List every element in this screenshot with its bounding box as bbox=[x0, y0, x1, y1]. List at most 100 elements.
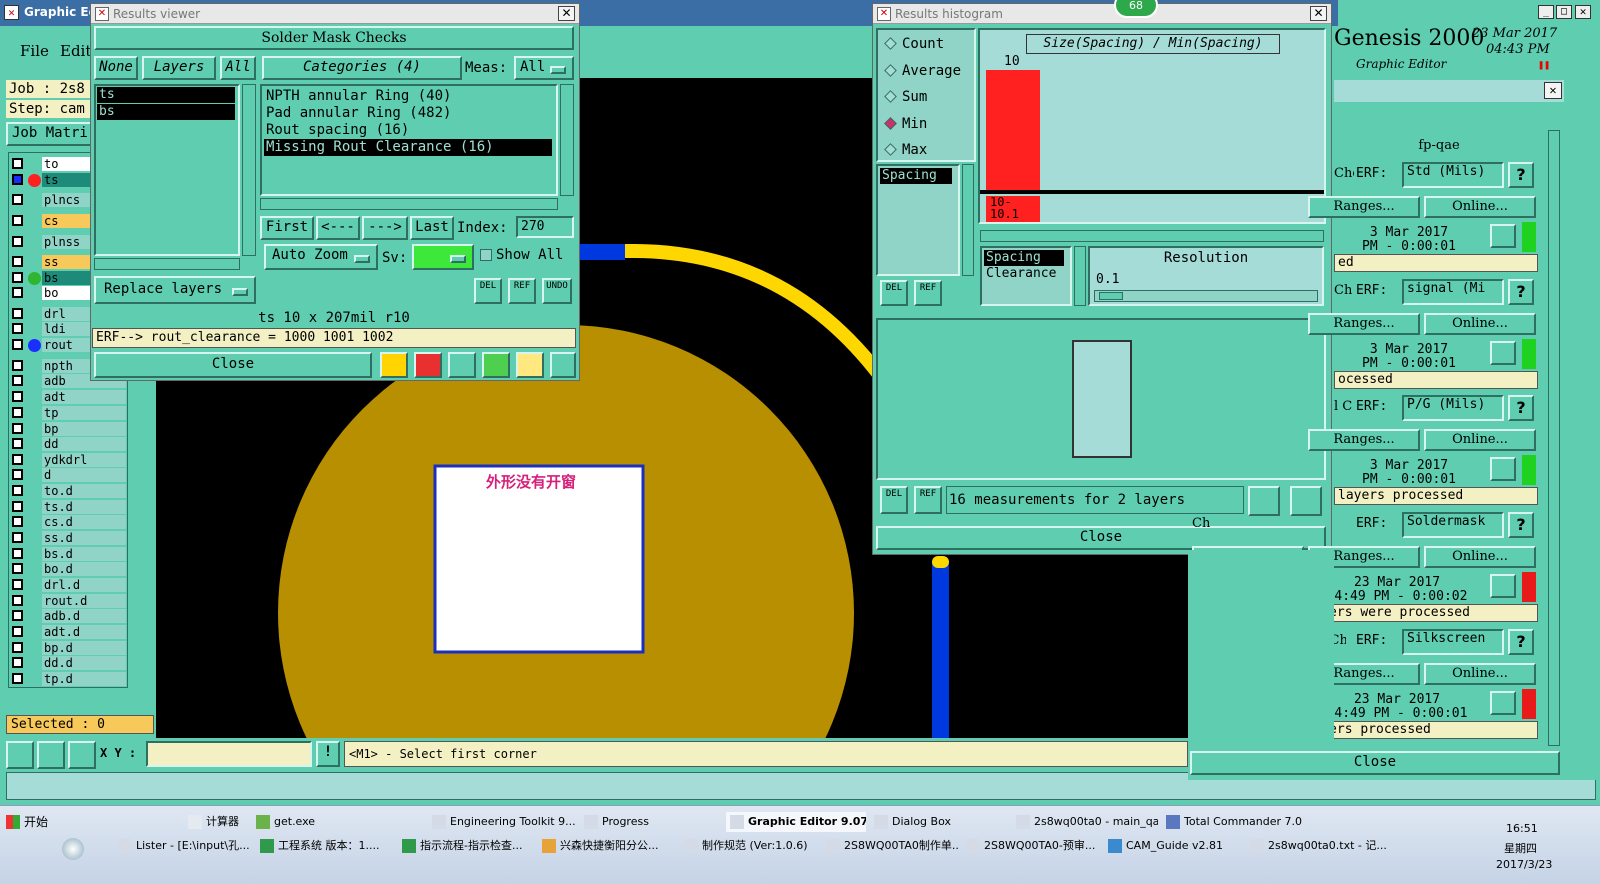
hist-type-spacing[interactable]: Spacing bbox=[984, 250, 1064, 266]
rv-layer-scrollbar[interactable] bbox=[242, 84, 256, 256]
zoom-check-icon[interactable] bbox=[1490, 574, 1516, 598]
rv-categories-hscroll[interactable] bbox=[260, 198, 558, 210]
layer-row-tp[interactable]: tp bbox=[10, 406, 126, 421]
layer-checkbox[interactable] bbox=[12, 339, 23, 350]
taskbar-item[interactable]: 工程系统 版本：1.... bbox=[256, 836, 394, 856]
all-button[interactable]: All bbox=[220, 56, 256, 80]
taskbar-item[interactable]: Total Commander 7.0 ... bbox=[1162, 812, 1304, 832]
index-input[interactable]: 270 bbox=[516, 216, 574, 238]
layer-row-bo-d[interactable]: bo.d bbox=[10, 562, 126, 577]
checklist-close-button[interactable]: Close bbox=[1190, 751, 1560, 775]
taskbar-item[interactable]: Engineering Toolkit 9.... bbox=[428, 812, 576, 832]
taskbar-item[interactable]: Dialog Box bbox=[870, 812, 1008, 832]
last-button[interactable]: Last bbox=[410, 216, 454, 240]
erf-value-field[interactable]: P/G (Mils) bbox=[1402, 395, 1504, 421]
layer-checkbox[interactable] bbox=[12, 215, 23, 226]
rv-layer-item-ts[interactable]: ts bbox=[97, 87, 235, 103]
online-button[interactable]: Online... bbox=[1424, 313, 1536, 335]
resolution-slider[interactable] bbox=[1094, 290, 1318, 302]
layer-checkbox[interactable] bbox=[12, 256, 23, 267]
layer-checkbox[interactable] bbox=[12, 532, 23, 543]
prev-button[interactable]: <--- bbox=[316, 216, 360, 240]
zoom-tool-icon[interactable] bbox=[6, 741, 34, 769]
rv-close-button[interactable]: Close bbox=[94, 352, 372, 378]
layer-row-tp-d[interactable]: tp.d bbox=[10, 672, 126, 687]
layer-row-to-d[interactable]: to.d bbox=[10, 484, 126, 499]
category-item[interactable]: Pad annular Ring (482) bbox=[264, 105, 554, 122]
show-all-checkbox[interactable] bbox=[480, 249, 492, 261]
erf-value-field[interactable]: Silkscreen bbox=[1402, 629, 1504, 655]
taskbar-item[interactable]: 指示流程-指示检查... bbox=[398, 836, 534, 856]
zoom-check-icon[interactable] bbox=[1490, 691, 1516, 715]
layer-checkbox[interactable] bbox=[12, 548, 23, 559]
hist-export-icon[interactable] bbox=[1248, 486, 1280, 516]
layer-checkbox[interactable] bbox=[12, 454, 23, 465]
layer-checkbox[interactable] bbox=[12, 595, 23, 606]
layer-checkbox[interactable] bbox=[12, 563, 23, 574]
layer-checkbox[interactable] bbox=[12, 642, 23, 653]
layer-checkbox[interactable] bbox=[12, 323, 23, 334]
category-item[interactable]: NPTH annular Ring (40) bbox=[264, 88, 554, 105]
hist-type-list[interactable]: Spacing Clearance bbox=[980, 246, 1072, 306]
menu-edit[interactable]: Edit bbox=[60, 42, 91, 60]
layer-row-adt[interactable]: adt bbox=[10, 390, 126, 405]
resolution-slider-thumb[interactable] bbox=[1099, 292, 1123, 300]
hist-close-icon[interactable]: ✕ bbox=[1310, 6, 1327, 21]
xy-input[interactable] bbox=[146, 741, 312, 767]
layer-checkbox[interactable] bbox=[12, 610, 23, 621]
job-matrix-button[interactable]: Job Matri bbox=[6, 122, 92, 146]
report-icon[interactable] bbox=[516, 352, 544, 378]
layer-checkbox[interactable] bbox=[12, 673, 23, 684]
ranges-button[interactable]: Ranges... bbox=[1308, 313, 1420, 335]
hist-ref-icon[interactable]: REF bbox=[914, 280, 942, 306]
layer-checkbox[interactable] bbox=[12, 375, 23, 386]
layer-row-bp[interactable]: bp bbox=[10, 422, 126, 437]
menu-file[interactable]: File bbox=[20, 42, 49, 60]
taskbar-item[interactable]: CAM_Guide v2.81 bbox=[1104, 836, 1242, 856]
layer-checkbox[interactable] bbox=[12, 308, 23, 319]
del-icon[interactable]: DEL bbox=[474, 278, 502, 304]
layer-checkbox[interactable] bbox=[12, 287, 23, 298]
layer-row-adb-d[interactable]: adb.d bbox=[10, 609, 126, 624]
rv-layer-hscroll[interactable] bbox=[94, 258, 240, 270]
replace-layers-dropdown[interactable]: Replace layers bbox=[94, 276, 256, 304]
hist-ref2-icon[interactable]: REF bbox=[914, 486, 942, 514]
taskbar-item[interactable]: get.exe bbox=[252, 812, 424, 832]
layer-checkbox[interactable] bbox=[12, 391, 23, 402]
layer-checkbox[interactable] bbox=[12, 657, 23, 668]
online-button[interactable]: Online... bbox=[1424, 663, 1536, 685]
hist-series-scroll[interactable] bbox=[962, 164, 974, 276]
layer-row-ts-d[interactable]: ts.d bbox=[10, 500, 126, 515]
layer-checkbox[interactable] bbox=[12, 236, 23, 247]
help-button[interactable]: ? bbox=[1508, 279, 1534, 305]
highlight-icon[interactable] bbox=[380, 352, 408, 378]
layer-row-dd[interactable]: dd bbox=[10, 437, 126, 452]
hist-type-scroll[interactable] bbox=[1074, 246, 1086, 306]
hist-series-item[interactable]: Spacing bbox=[880, 168, 952, 184]
layer-checkbox[interactable] bbox=[12, 626, 23, 637]
layer-row-rout-d[interactable]: rout.d bbox=[10, 594, 126, 609]
layer-row-bp-d[interactable]: bp.d bbox=[10, 641, 126, 656]
layer-checkbox[interactable] bbox=[12, 360, 23, 371]
layer-checkbox[interactable] bbox=[12, 438, 23, 449]
layer-checkbox[interactable] bbox=[12, 485, 23, 496]
help-button[interactable]: ? bbox=[1508, 395, 1534, 421]
layer-row-d[interactable]: d bbox=[10, 468, 126, 483]
layer-checkbox[interactable] bbox=[12, 194, 23, 205]
layer-row-drl-d[interactable]: drl.d bbox=[10, 578, 126, 593]
layer-checkbox[interactable] bbox=[12, 272, 23, 283]
ranges-button[interactable]: Ranges... bbox=[1308, 429, 1420, 451]
taskbar-item[interactable]: 2s8wq00ta0 - main_qa bbox=[1012, 812, 1158, 832]
undo-icon[interactable]: UNDO bbox=[542, 278, 572, 304]
taskbar-item[interactable]: 2S8WQ00TA0制作单... bbox=[822, 836, 958, 856]
hist-import-icon[interactable] bbox=[1290, 486, 1322, 516]
layer-checkbox[interactable] bbox=[12, 501, 23, 512]
layer-row-bs-d[interactable]: bs.d bbox=[10, 547, 126, 562]
close-window-button[interactable]: ✕ bbox=[1575, 5, 1591, 19]
help-button[interactable]: ? bbox=[1508, 512, 1534, 538]
layer-checkbox[interactable] bbox=[12, 158, 23, 169]
hist-option-count[interactable]: Count bbox=[880, 34, 972, 54]
meas-dropdown[interactable]: All bbox=[514, 56, 574, 80]
warning-button[interactable]: ! bbox=[316, 741, 340, 767]
rv-categories-list[interactable]: NPTH annular Ring (40) Pad annular Ring … bbox=[260, 84, 558, 196]
